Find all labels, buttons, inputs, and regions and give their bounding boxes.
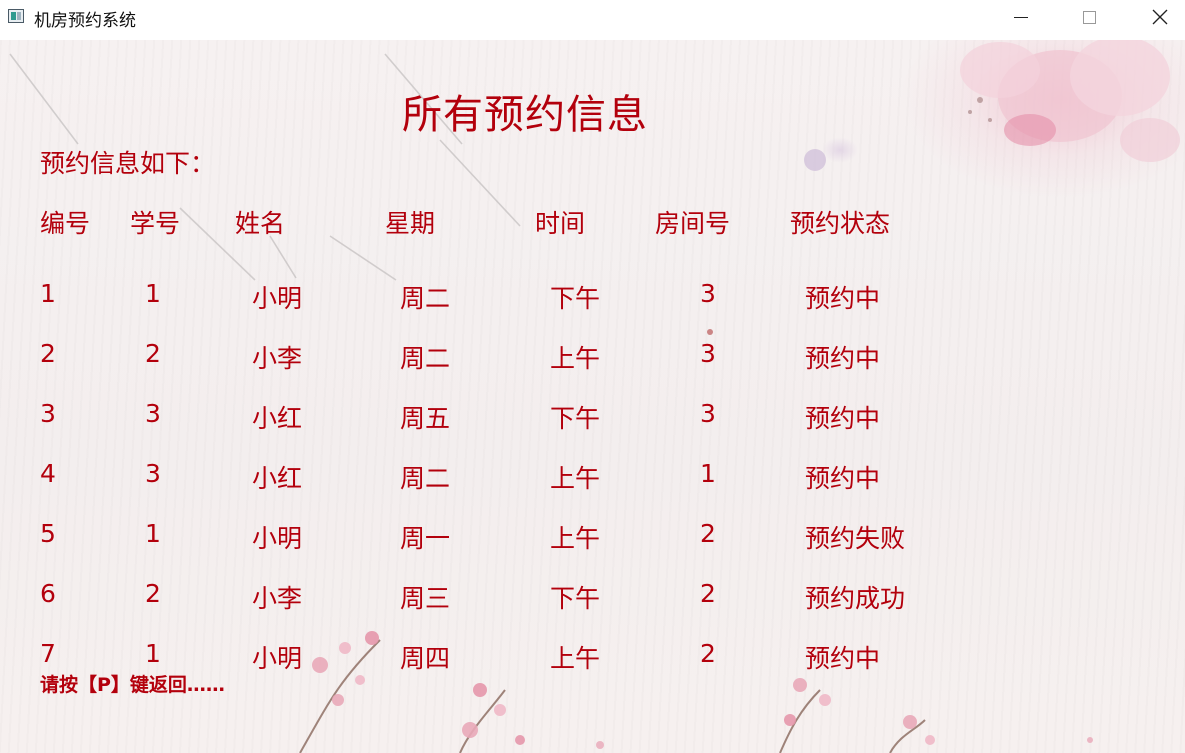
header-status: 预约状态 (790, 209, 891, 238)
close-icon (1152, 9, 1168, 25)
cell-student-no: 2 (145, 579, 161, 608)
cell-time: 下午 (550, 584, 601, 613)
page-title: 所有预约信息 (402, 92, 648, 138)
cell-status: 预约中 (805, 464, 881, 493)
maximize-button[interactable] (1066, 0, 1112, 34)
cell-weekday: 周二 (400, 344, 451, 373)
cell-time: 下午 (550, 284, 601, 313)
cell-id: 3 (40, 399, 56, 428)
cell-time: 上午 (550, 524, 601, 553)
header-time: 时间 (535, 209, 586, 238)
cell-status: 预约中 (805, 344, 881, 373)
cell-id: 4 (40, 459, 56, 488)
subtitle: 预约信息如下： (40, 149, 216, 178)
cell-status: 预约中 (805, 404, 881, 433)
cell-id: 5 (40, 519, 56, 548)
cell-room: 2 (700, 639, 716, 668)
cell-name: 小明 (252, 284, 303, 313)
cell-status: 预约失败 (805, 524, 906, 553)
cell-time: 下午 (550, 404, 601, 433)
cell-name: 小李 (252, 344, 303, 373)
cell-weekday: 周一 (400, 524, 451, 553)
cell-room: 1 (700, 459, 716, 488)
cell-weekday: 周五 (400, 404, 451, 433)
app-icon (8, 9, 24, 23)
cell-weekday: 周四 (400, 644, 451, 673)
cell-status: 预约中 (805, 284, 881, 313)
minimize-icon (1014, 16, 1028, 18)
cell-name: 小明 (252, 644, 303, 673)
cell-room: 3 (700, 339, 716, 368)
cell-status: 预约成功 (805, 584, 906, 613)
cell-student-no: 2 (145, 339, 161, 368)
header-room: 房间号 (655, 209, 731, 238)
header-student-no: 学号 (130, 209, 181, 238)
cell-time: 上午 (550, 644, 601, 673)
blossom-top-right (960, 40, 1180, 162)
header-name: 姓名 (235, 209, 286, 238)
cell-weekday: 周二 (400, 284, 451, 313)
title-bar: 机房预约系统 (0, 0, 1185, 34)
window-title: 机房预约系统 (34, 11, 136, 31)
cell-name: 小红 (252, 464, 303, 493)
minimize-button[interactable] (998, 0, 1044, 34)
cell-id: 2 (40, 339, 56, 368)
cell-room: 3 (700, 279, 716, 308)
header-id: 编号 (40, 209, 91, 238)
cell-id: 7 (40, 639, 56, 668)
cell-id: 6 (40, 579, 56, 608)
cell-student-no: 1 (145, 639, 161, 668)
cell-room: 3 (700, 399, 716, 428)
close-button[interactable] (1137, 0, 1183, 34)
cell-student-no: 1 (145, 279, 161, 308)
cell-time: 上午 (550, 344, 601, 373)
cell-weekday: 周三 (400, 584, 451, 613)
cell-student-no: 3 (145, 459, 161, 488)
cell-student-no: 3 (145, 399, 161, 428)
cell-name: 小明 (252, 524, 303, 553)
cell-name: 小李 (252, 584, 303, 613)
cell-room: 2 (700, 519, 716, 548)
maximize-icon (1082, 10, 1096, 24)
main-canvas: 所有预约信息 预约信息如下： 编号 学号 姓名 星期 时间 房间号 预约状态 1… (0, 40, 1185, 753)
header-weekday: 星期 (385, 209, 436, 238)
cell-name: 小红 (252, 404, 303, 433)
cell-status: 预约中 (805, 644, 881, 673)
cell-time: 上午 (550, 464, 601, 493)
cell-room: 2 (700, 579, 716, 608)
cell-id: 1 (40, 279, 56, 308)
cell-weekday: 周二 (400, 464, 451, 493)
cell-student-no: 1 (145, 519, 161, 548)
return-hint: 请按【P】键返回…… (40, 674, 225, 696)
